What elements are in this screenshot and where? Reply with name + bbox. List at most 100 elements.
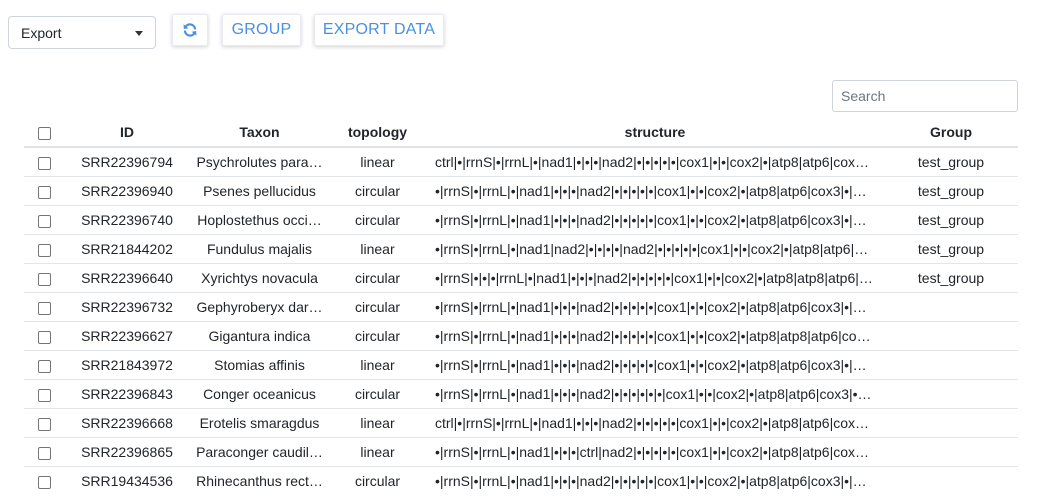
structure-cell: •|rrnS|•|rrnL|•|nad1|nad2|•|•|•|•|nad2|•… [426,234,884,264]
structure-cell: •|rrnS|•|rrnL|•|nad1|•|•|•|nad2|•|•|•|•|… [426,292,884,322]
table-row[interactable]: SRR21844202 Fundulus majalis linear •|rrnS|… [24,234,1018,264]
row-checkbox-cell [24,350,64,380]
group-cell [884,437,1018,467]
id-cell: SRR19434536 [64,466,190,495]
topology-cell: linear [329,408,426,438]
taxon-cell: Psychrolutes para… [190,146,329,177]
taxon-cell: Gigantura indica [190,321,329,351]
table-row[interactable]: SRR22396732 Gephyroberyx dar… circular •|rr… [24,292,1018,322]
group-cell [884,350,1018,380]
row-checkbox[interactable] [37,359,51,373]
id-cell: SRR21843972 [64,350,190,380]
row-checkbox[interactable] [37,417,51,431]
table-row[interactable]: SRR22396940 Psenes pellucidus circular •|rr… [24,176,1018,206]
group-cell [884,466,1018,495]
taxon-cell: Xyrichtys novacula [190,263,329,293]
row-checkbox[interactable] [37,214,51,228]
export-select[interactable]: Export [8,16,156,49]
row-checkbox-cell [24,146,64,177]
taxon-cell: Stomias affinis [190,350,329,380]
id-cell: SRR21844202 [64,234,190,264]
group-cell [884,292,1018,322]
topology-cell: linear [329,437,426,467]
refresh-button[interactable] [172,14,208,46]
table-row[interactable]: SRR22396843 Conger oceanicus circular •|rrn… [24,379,1018,409]
structure-cell: ctrl|•|rrnS|•|rrnL|•|nad1|•|•|•|nad2|•|•… [426,408,884,438]
column-header-taxon[interactable]: Taxon [190,118,329,148]
group-cell: test_group [884,176,1018,206]
structure-cell: •|rrnS|•|rrnL|•|nad1|•|•|•|nad2|•|•|•|•|… [426,350,884,380]
row-checkbox-cell [24,292,64,322]
topology-cell: circular [329,321,426,351]
row-checkbox[interactable] [37,446,51,460]
row-checkbox-cell [24,408,64,438]
group-cell [884,321,1018,351]
row-checkbox[interactable] [37,272,51,286]
row-checkbox[interactable] [37,388,51,402]
group-cell: test_group [884,146,1018,177]
topology-cell: linear [329,350,426,380]
structure-cell: •|rrnS|•|rrnL|•|nad1|•|•|•|nad2|•|•|•|•|… [426,205,884,235]
structure-cell: •|rrnS|•|rrnL|•|nad1|•|•|•|ctrl|nad2|•|•… [426,437,884,467]
topology-cell: circular [329,292,426,322]
row-checkbox[interactable] [37,475,51,489]
column-header-group[interactable]: Group [884,118,1018,148]
structure-cell: ctrl|•|rrnS|•|rrnL|•|nad1|•|•|•|nad2|•|•… [426,146,884,177]
column-header-id[interactable]: ID [64,118,190,148]
column-header-topology[interactable]: topology [329,118,426,148]
id-cell: SRR22396940 [64,176,190,206]
table-row[interactable]: SRR21843972 Stomias affinis linear •|rrnS|•… [24,350,1018,380]
row-checkbox[interactable] [37,156,51,170]
id-cell: SRR22396740 [64,205,190,235]
id-cell: SRR22396640 [64,263,190,293]
taxon-cell: Conger oceanicus [190,379,329,409]
export-select-value: Export [21,24,62,41]
row-checkbox-cell [24,263,64,293]
table-row[interactable]: SRR22396627 Gigantura indica circular •|rrn… [24,321,1018,351]
taxon-cell: Hoplostethus occi… [190,205,329,235]
taxon-cell: Fundulus majalis [190,234,329,264]
row-checkbox[interactable] [37,330,51,344]
group-cell [884,379,1018,409]
table-row[interactable]: SRR22396794 Psychrolutes para… linear ctrl|… [24,146,1018,177]
group-cell: test_group [884,263,1018,293]
topology-cell: circular [329,176,426,206]
data-table: ID Taxon topology structure Group SRR223… [24,118,1018,495]
id-cell: SRR22396732 [64,292,190,322]
row-checkbox[interactable] [37,243,51,257]
group-cell: test_group [884,234,1018,264]
topology-cell: circular [329,205,426,235]
search-input[interactable] [832,80,1018,112]
row-checkbox-cell [24,205,64,235]
id-cell: SRR22396843 [64,379,190,409]
topology-cell: circular [329,263,426,293]
select-all-cell [24,118,64,148]
row-checkbox-cell [24,321,64,351]
topology-cell: circular [329,466,426,495]
table-row[interactable]: SRR19434536 Rhinecanthus rect… circular •|r… [24,466,1018,495]
topology-cell: linear [329,234,426,264]
table-header-row: ID Taxon topology structure Group [24,118,1018,148]
refresh-icon [183,23,197,37]
structure-cell: •|rrnS|•|•|•|rrnL|•|nad1|•|•|•|nad2|•|•|… [426,263,884,293]
group-cell [884,408,1018,438]
topology-cell: circular [329,379,426,409]
select-all-checkbox[interactable] [37,126,51,140]
chevron-down-icon [135,31,143,36]
structure-cell: •|rrnS|•|rrnL|•|nad1|•|•|•|nad2|•|•|•|•|… [426,321,884,351]
table-row[interactable]: SRR22396740 Hoplostethus occi… circular •|r… [24,205,1018,235]
table-row[interactable]: SRR22396668 Erotelis smaragdus linear ctrl|… [24,408,1018,438]
group-button[interactable]: GROUP [222,14,301,46]
export-data-button[interactable]: EXPORT DATA [314,14,444,46]
table-row[interactable]: SRR22396865 Paraconger caudil… linear •|rrn… [24,437,1018,467]
structure-cell: •|rrnS|•|rrnL|•|nad1|•|•|•|nad2|•|•|•|•|… [426,176,884,206]
column-header-structure[interactable]: structure [426,118,884,148]
taxon-cell: Paraconger caudil… [190,437,329,467]
group-cell: test_group [884,205,1018,235]
row-checkbox[interactable] [37,185,51,199]
id-cell: SRR22396627 [64,321,190,351]
row-checkbox[interactable] [37,301,51,315]
table-row[interactable]: SRR22396640 Xyrichtys novacula circular •|r… [24,263,1018,293]
taxon-cell: Erotelis smaragdus [190,408,329,438]
structure-cell: •|rrnS|•|rrnL|•|nad1|•|•|•|nad2|•|•|•|•|… [426,466,884,495]
